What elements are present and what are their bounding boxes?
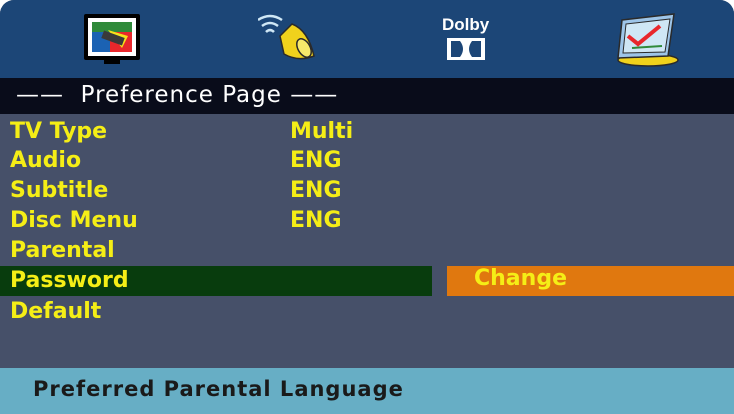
tv-settings-icon — [84, 14, 140, 64]
tab-dolby[interactable]: Dolby — [430, 10, 500, 68]
menu-item-subtitle[interactable]: Subtitle ENG — [0, 178, 734, 208]
menu-item-value: ENG — [290, 178, 342, 203]
menu-item-label: Subtitle — [10, 178, 109, 203]
preference-check-icon — [617, 13, 679, 67]
menu-item-password[interactable]: Password — [0, 268, 734, 298]
osd-screen: Dolby —— Preference Page —— Change TV Ty… — [0, 0, 734, 414]
menu-item-value: Multi — [290, 119, 354, 144]
menu-item-disc-menu[interactable]: Disc Menu ENG — [0, 208, 734, 238]
tab-general[interactable] — [78, 10, 148, 68]
menu-item-label: TV Type — [10, 119, 108, 144]
setup-tab-bar: Dolby — [0, 0, 734, 78]
audio-speaker-icon — [257, 14, 315, 60]
menu-item-default[interactable]: Default — [0, 299, 734, 329]
menu-item-parental[interactable]: Parental — [0, 238, 734, 268]
menu-item-value: ENG — [290, 208, 342, 233]
menu-item-label: Password — [10, 268, 129, 293]
menu-item-label: Parental — [10, 238, 115, 263]
status-bar: Preferred Parental Language — [0, 368, 734, 414]
menu-item-tv-type[interactable]: TV Type Multi — [0, 119, 734, 149]
page-title: —— Preference Page —— — [16, 82, 339, 108]
menu-item-label: Audio — [10, 148, 82, 173]
menu-item-label: Disc Menu — [10, 208, 138, 233]
menu-item-audio[interactable]: Audio ENG — [0, 148, 734, 178]
status-text: Preferred Parental Language — [33, 377, 404, 401]
menu-item-value: ENG — [290, 148, 342, 173]
tab-preference[interactable] — [612, 10, 682, 68]
menu-item-label: Default — [10, 299, 102, 324]
tab-audio[interactable] — [257, 10, 328, 68]
dolby-icon: Dolby — [442, 15, 490, 60]
dolby-label: Dolby — [442, 15, 490, 34]
page-title-bar: —— Preference Page —— — [0, 78, 734, 114]
